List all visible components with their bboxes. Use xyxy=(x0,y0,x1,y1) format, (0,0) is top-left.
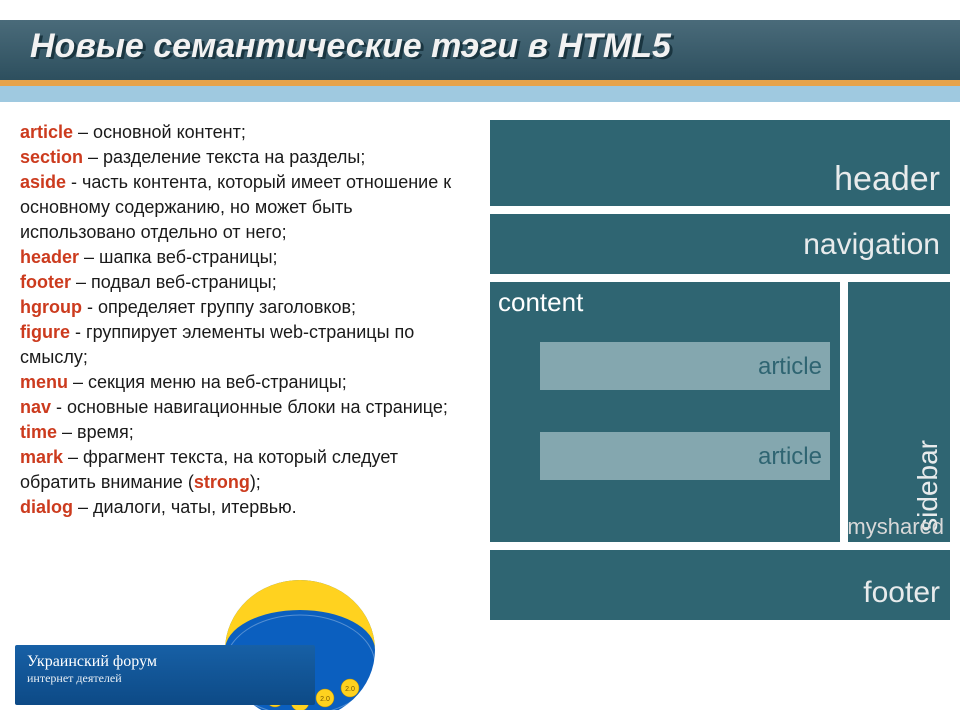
svg-text:2.0: 2.0 xyxy=(345,686,355,693)
def-mark: mark – фрагмент текста, на который следу… xyxy=(20,445,470,495)
def-article: article – основной контент; xyxy=(20,120,470,145)
def-footer: footer – подвал веб-страницы; xyxy=(20,270,470,295)
def-header: header – шапка веб-страницы; xyxy=(20,245,470,270)
diagram-header: header xyxy=(490,120,950,206)
divider-blue xyxy=(0,86,960,102)
diagram-content: content article article xyxy=(490,282,840,542)
def-hgroup: hgroup - определяет группу заголовков; xyxy=(20,295,470,320)
def-section: section – разделение текста на разделы; xyxy=(20,145,470,170)
diagram-article-1-label: article xyxy=(758,353,822,381)
diagram-article-2: article xyxy=(540,432,830,480)
brand-line2: интернет деятелей xyxy=(27,671,303,686)
watermark: myshared xyxy=(847,514,944,540)
def-nav: nav - основные навигационные блоки на ст… xyxy=(20,395,470,420)
brand-strip: Украинский форум интернет деятелей xyxy=(15,645,315,705)
diagram-footer-label: footer xyxy=(863,576,940,610)
diagram-nav-label: navigation xyxy=(803,228,940,262)
diagram-article-1: article xyxy=(540,342,830,390)
def-time: time – время; xyxy=(20,420,470,445)
slide-title: Новые семантические тэги в HTML5 xyxy=(30,27,671,66)
brand-line1: Украинский форум xyxy=(27,653,303,671)
def-menu: menu – секция меню на веб-страницы; xyxy=(20,370,470,395)
diagram-footer: footer xyxy=(490,550,950,620)
diagram-nav: navigation xyxy=(490,214,950,274)
tag-definitions: article – основной контент; section – ра… xyxy=(20,120,470,520)
def-aside: aside - часть контента, который имеет от… xyxy=(20,170,470,245)
diagram-header-label: header xyxy=(834,160,940,199)
diagram-sidebar: sidebar xyxy=(848,282,950,542)
svg-text:2.0: 2.0 xyxy=(320,696,330,703)
layout-diagram: header navigation content article articl… xyxy=(490,120,950,700)
def-dialog: dialog – диалоги, чаты, итервью. xyxy=(20,495,470,520)
diagram-article-2-label: article xyxy=(758,443,822,471)
def-figure: figure - группирует элементы web-страниц… xyxy=(20,320,470,370)
diagram-content-label: content xyxy=(498,287,583,318)
slide: Новые семантические тэги в HTML5 Новые с… xyxy=(0,0,960,720)
